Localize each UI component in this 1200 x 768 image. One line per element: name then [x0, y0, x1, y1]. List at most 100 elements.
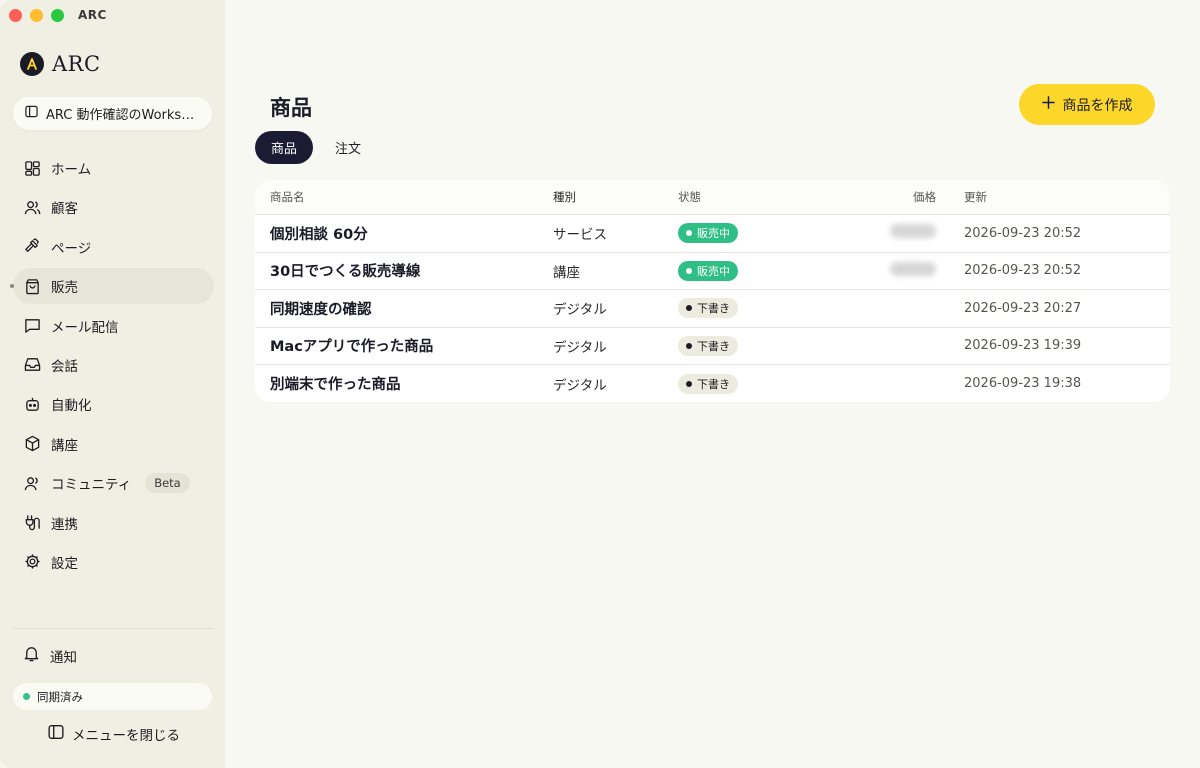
status-dot [686, 267, 692, 274]
sidebar-item-email[interactable]: メール配信 [13, 308, 214, 344]
products-table: 商品名 種別 状態 価格 更新 個別相談 60分 サービス 販売中 2026-0… [255, 180, 1170, 402]
column-header-state[interactable]: 状態 [678, 189, 823, 205]
column-header-name[interactable]: 商品名 [255, 189, 553, 205]
sidebar-item-settings[interactable]: 設定 [13, 544, 214, 580]
product-state-cell: 販売中 [678, 260, 823, 281]
chat-icon [23, 317, 41, 335]
main-content: 商品 商品を作成 商品 注文 商品名 種別 状態 価格 更新 個別相談 60分 … [225, 0, 1200, 768]
window-controls [9, 8, 64, 22]
table-row[interactable]: 個別相談 60分 サービス 販売中 2026-09-23 20:52 [255, 215, 1170, 253]
product-type: サービス [553, 227, 607, 244]
app-window: ARC ARC ARC 動作確認のWorksp... ホーム 顧客 ページ 販売… [0, 0, 1200, 768]
sidebar-item-customers[interactable]: 顧客 [13, 189, 214, 225]
product-price [823, 261, 948, 280]
sidebar-item-courses[interactable]: 講座 [13, 426, 214, 462]
product-type: デジタル [553, 377, 607, 394]
status-label: 販売中 [697, 264, 730, 278]
close-menu-button[interactable]: メニューを閉じる [48, 724, 180, 744]
brand-name: ARC [52, 52, 101, 76]
sidebar-item-conversations[interactable]: 会話 [13, 347, 214, 383]
status-dot [686, 305, 692, 312]
sidebar-panel-icon [25, 105, 38, 122]
product-name: 30日でつくる販売導線 [270, 264, 421, 281]
product-updated: 2026-09-23 19:38 [964, 376, 1082, 392]
sidebar-divider [13, 628, 214, 629]
sidebar-item-label: 自動化 [51, 398, 92, 415]
sidebar-nav: ホーム 顧客 ページ 販売 メール配信 会話 自動化 講座 コミュニティ Bet… [10, 150, 214, 583]
product-type: 講座 [553, 264, 580, 281]
table-row[interactable]: Macアプリで作った商品 デジタル 下書き 2026-09-23 19:39 [255, 328, 1170, 365]
product-type: デジタル [553, 302, 607, 319]
hammer-icon [23, 238, 41, 256]
status-label: 下書き [697, 302, 730, 316]
product-name: 個別相談 60分 [270, 226, 368, 243]
sidebar-toggle-icon [48, 724, 64, 744]
sync-status-dot [23, 693, 30, 700]
status-badge: 販売中 [678, 260, 738, 281]
status-label: 販売中 [697, 227, 730, 241]
product-type: デジタル [553, 339, 607, 356]
table-row[interactable]: 同期速度の確認 デジタル 下書き 2026-09-23 20:27 [255, 290, 1170, 328]
sync-status-label: 同期済み [37, 689, 83, 704]
workspace-switcher[interactable]: ARC 動作確認のWorksp... [13, 97, 212, 130]
product-updated: 2026-09-23 19:39 [964, 338, 1082, 354]
status-dot [686, 342, 692, 349]
product-name: 別端末で作った商品 [270, 377, 401, 394]
create-product-button[interactable]: 商品を作成 [1019, 84, 1155, 125]
sidebar-item-label: 会話 [51, 358, 78, 375]
status-label: 下書き [697, 339, 730, 353]
sidebar-item-pages[interactable]: ページ [13, 229, 214, 265]
sidebar-item-label: ホーム [51, 162, 92, 178]
notifications-label: 通知 [50, 649, 77, 666]
table-row[interactable]: 別端末で作った商品 デジタル 下書き 2026-09-23 19:38 [255, 365, 1170, 402]
community-icon [23, 474, 41, 492]
sidebar-item-sales[interactable]: 販売 [10, 268, 214, 305]
table-row[interactable]: 30日でつくる販売導線 講座 販売中 2026-09-23 20:52 [255, 253, 1170, 290]
tab-orders[interactable]: 注文 [319, 131, 377, 164]
product-price [823, 224, 948, 242]
close-window-button[interactable] [9, 8, 22, 22]
status-dot [686, 380, 692, 387]
status-badge: 下書き [678, 373, 738, 394]
column-header-type[interactable]: 種別 [553, 189, 678, 205]
product-updated: 2026-09-23 20:52 [964, 263, 1082, 279]
blurred-price [890, 224, 936, 239]
page-title: 商品 [270, 95, 312, 120]
product-updated: 2026-09-23 20:52 [964, 225, 1082, 241]
sidebar-item-home[interactable]: ホーム [13, 150, 214, 186]
tab-products[interactable]: 商品 [255, 131, 314, 164]
status-label: 下書き [697, 377, 730, 391]
sidebar-item-label: 設定 [51, 555, 78, 572]
bell-icon [23, 645, 40, 666]
cube-icon [23, 435, 41, 453]
minimize-window-button[interactable] [30, 8, 43, 22]
sidebar-item-automation[interactable]: 自動化 [13, 386, 214, 422]
product-state-cell: 販売中 [678, 223, 823, 244]
column-header-price[interactable]: 価格 [823, 189, 948, 205]
title-bar: ARC [0, 0, 225, 30]
close-menu-label: メニューを閉じる [72, 728, 180, 744]
sidebar-item-label: 販売 [51, 280, 78, 297]
sidebar-item-label: 顧客 [51, 201, 78, 218]
bag-icon [23, 277, 41, 295]
gear-icon [23, 553, 41, 571]
sidebar-item-label: ページ [51, 240, 92, 257]
status-badge: 下書き [678, 335, 738, 356]
workspace-name: ARC 動作確認のWorksp... [46, 108, 201, 123]
column-header-updated[interactable]: 更新 [948, 189, 1170, 205]
sidebar-item-community[interactable]: コミュニティ Beta [13, 465, 214, 501]
product-name: 同期速度の確認 [270, 301, 372, 318]
arc-logo-icon [20, 52, 44, 76]
sidebar-item-label: 連携 [51, 516, 78, 533]
users-icon [23, 198, 41, 216]
window-title: ARC [78, 8, 107, 22]
notifications-button[interactable]: 通知 [23, 645, 77, 666]
zoom-window-button[interactable] [51, 8, 64, 22]
sidebar: ARC ARC ARC 動作確認のWorksp... ホーム 顧客 ページ 販売… [0, 0, 225, 768]
product-updated: 2026-09-23 20:27 [964, 300, 1082, 316]
brand-logo[interactable]: ARC [20, 52, 101, 76]
create-product-label: 商品を作成 [1062, 97, 1133, 114]
sidebar-item-label: コミュニティ [51, 477, 132, 494]
sidebar-item-integrations[interactable]: 連携 [13, 505, 214, 541]
sidebar-item-label: 講座 [51, 437, 78, 454]
